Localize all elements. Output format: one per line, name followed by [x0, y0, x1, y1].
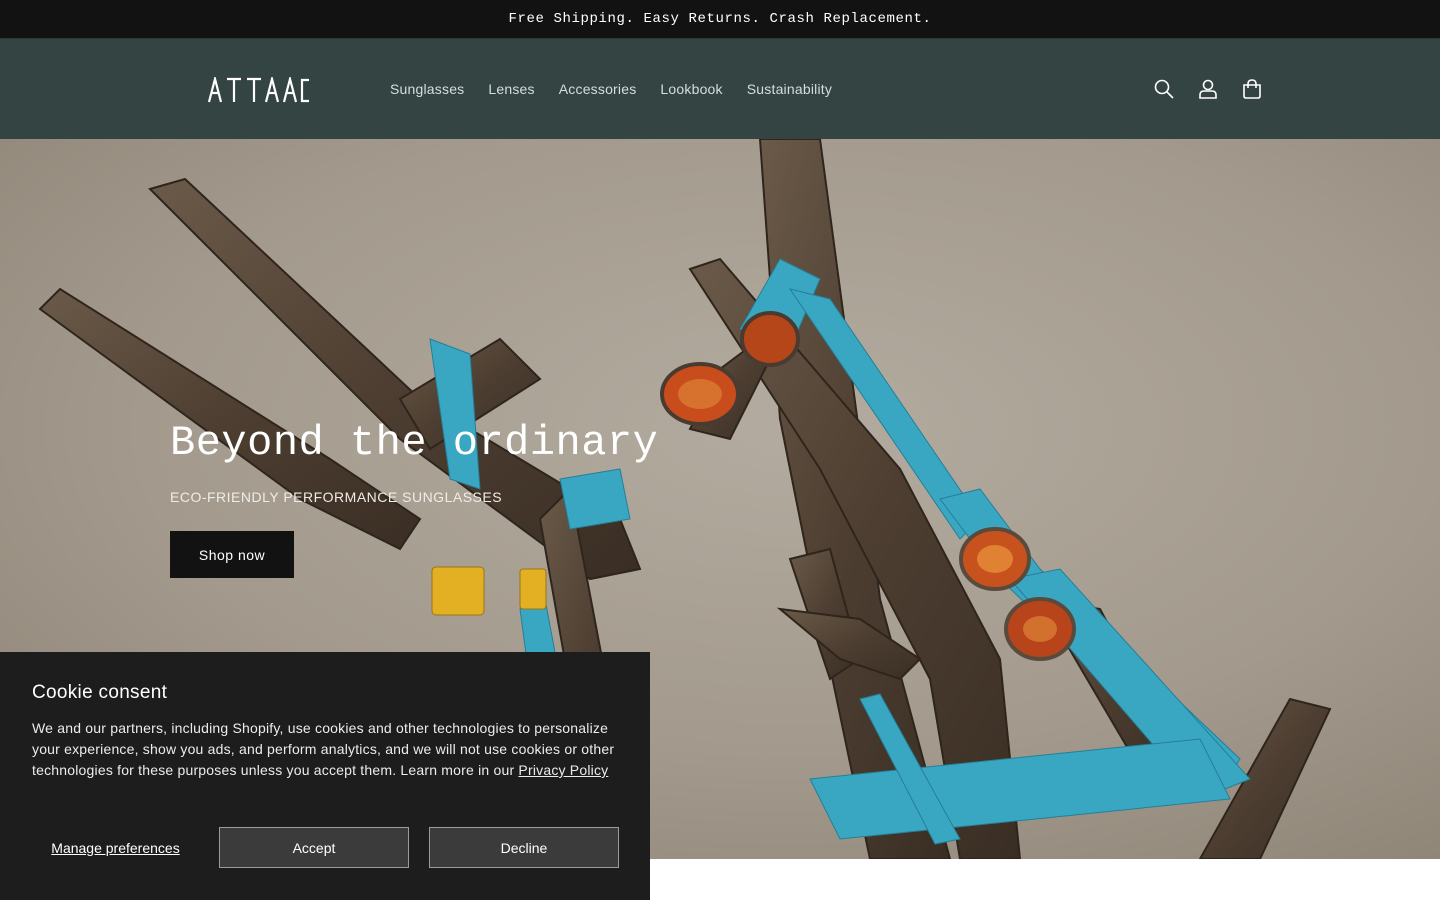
- decline-button[interactable]: Decline: [429, 827, 619, 868]
- header-icons: [1142, 67, 1274, 111]
- hero-subtitle: ECO-FRIENDLY PERFORMANCE SUNGLASSES: [170, 489, 503, 505]
- logo-wordmark: [207, 77, 309, 103]
- cookie-title: Cookie consent: [32, 682, 168, 703]
- site-header: Sunglasses Lenses Accessories Lookbook S…: [0, 39, 1440, 139]
- account-button[interactable]: [1186, 67, 1230, 111]
- cart-button[interactable]: [1230, 67, 1274, 111]
- announcement-text: Free Shipping. Easy Returns. Crash Repla…: [508, 11, 932, 27]
- account-icon: [1199, 79, 1217, 99]
- announcement-bar: Free Shipping. Easy Returns. Crash Repla…: [0, 0, 1440, 39]
- cookie-actions: Manage preferences Accept Decline: [32, 827, 619, 868]
- search-icon: [1154, 79, 1174, 99]
- manage-preferences-button[interactable]: Manage preferences: [32, 827, 199, 868]
- shop-now-button[interactable]: Shop now: [170, 531, 294, 578]
- nav-sustainability[interactable]: Sustainability: [735, 81, 844, 97]
- accept-button[interactable]: Accept: [219, 827, 409, 868]
- cart-icon: [1243, 79, 1261, 99]
- nav-sunglasses[interactable]: Sunglasses: [378, 81, 476, 97]
- privacy-policy-link[interactable]: Privacy Policy: [518, 762, 608, 778]
- cookie-consent-banner: Cookie consent We and our partners, incl…: [0, 652, 650, 900]
- logo[interactable]: [207, 77, 311, 103]
- nav-lenses[interactable]: Lenses: [476, 81, 546, 97]
- hero-title: Beyond the ordinary: [170, 419, 659, 467]
- main-nav: Sunglasses Lenses Accessories Lookbook S…: [378, 39, 844, 139]
- nav-lookbook[interactable]: Lookbook: [648, 81, 734, 97]
- nav-accessories[interactable]: Accessories: [547, 81, 649, 97]
- cookie-body: We and our partners, including Shopify, …: [32, 718, 622, 781]
- search-button[interactable]: [1142, 67, 1186, 111]
- hero-content: Beyond the ordinary ECO-FRIENDLY PERFORM…: [170, 419, 658, 578]
